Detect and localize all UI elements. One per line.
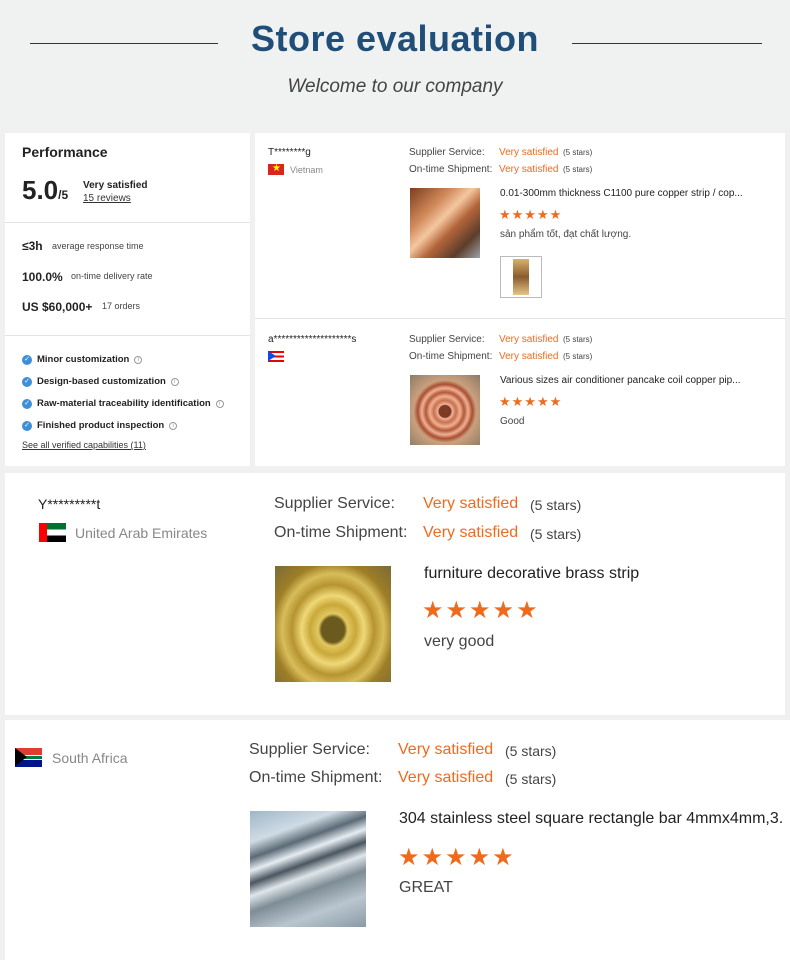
review-comment: GREAT (399, 879, 453, 896)
divider (5, 222, 250, 223)
capability-item: ✓ Design-based customization i (22, 376, 179, 387)
review-photo-thumbnail[interactable] (500, 256, 542, 298)
rating-stars: ★★★★★ (398, 844, 516, 871)
divider (5, 335, 250, 336)
product-image[interactable] (410, 188, 480, 258)
review-comment: very good (424, 633, 495, 650)
review-comment: Good (500, 416, 525, 427)
reviewer-country: ★ Vietnam (268, 164, 323, 175)
store-evaluation-header: Store evaluation Welcome to our company (0, 0, 790, 130)
product-title[interactable]: furniture decorative brass strip (424, 565, 639, 583)
info-icon[interactable]: i (169, 421, 178, 430)
ontime-shipment-value: Very satisfied (398, 769, 494, 786)
page-subtitle: Welcome to our company (287, 76, 503, 97)
performance-title: Performance (22, 144, 108, 160)
review-comment: sản phẩm tốt, đạt chất lượng. (500, 229, 632, 240)
ontime-shipment-label: On-time Shipment: (274, 524, 408, 541)
review-item: Y*********t United Arab Emirates Supplie… (5, 473, 785, 715)
rating-stars: ★★★★★ (422, 597, 540, 624)
product-image[interactable] (250, 811, 366, 927)
product-title[interactable]: Various sizes air conditioner pancake co… (500, 375, 741, 386)
ontime-shipment-value: Very satisfied (423, 524, 519, 541)
reviewer-name: a********************s (268, 334, 357, 345)
score-value: 5.0 (22, 175, 59, 205)
supplier-service-stars: (5 stars) (505, 743, 557, 759)
info-icon[interactable]: i (170, 377, 179, 386)
reviewer-country (268, 351, 284, 362)
rating-stars: ★★★★★ (499, 207, 563, 222)
response-time-label: average response time (52, 241, 144, 251)
review-card: Y*********t United Arab Emirates Supplie… (5, 473, 785, 715)
product-title[interactable]: 304 stainless steel square rectangle bar… (399, 810, 783, 828)
product-image[interactable] (410, 375, 480, 445)
supplier-service-value: Very satisfied (398, 741, 494, 758)
verified-check-icon: ✓ (22, 420, 32, 431)
supplier-service-label: Supplier Service: (274, 495, 395, 512)
review-item: a********************s Supplier Service:… (255, 320, 785, 466)
divider (255, 318, 785, 319)
rating-text: Very satisfied (83, 180, 148, 191)
supplier-service-value: Very satisfied (423, 495, 519, 512)
uae-flag-icon (39, 523, 66, 542)
reviewer-name: Y*********t (38, 496, 101, 512)
info-icon[interactable]: i (215, 399, 224, 408)
delivery-rate-value: 100.0% (22, 270, 63, 284)
ontime-shipment-label: On-time Shipment: (409, 164, 493, 175)
supplier-service-stars: (5 stars) (563, 335, 593, 344)
supplier-service-value: Very satisfied (499, 334, 559, 345)
capability-label: Minor customization (37, 354, 130, 365)
ontime-shipment-stars: (5 stars) (505, 771, 557, 787)
capability-label: Finished product inspection (37, 420, 165, 431)
reviews-panel: T********g ★ Vietnam Supplier Service: V… (255, 133, 785, 466)
capability-label: Raw-material traceability identification (37, 398, 211, 409)
supplier-service-label: Supplier Service: (409, 147, 485, 158)
capability-item: ✓ Finished product inspection i (22, 420, 178, 431)
score-max: /5 (58, 188, 69, 202)
product-title[interactable]: 0.01-300mm thickness C1100 pure copper s… (500, 188, 743, 199)
reviewer-country: South Africa (15, 748, 128, 767)
puerto-rico-flag-icon (268, 351, 284, 362)
supplier-service-label: Supplier Service: (249, 741, 370, 758)
verified-check-icon: ✓ (22, 354, 32, 365)
supplier-service-value: Very satisfied (499, 147, 559, 158)
ontime-shipment-label: On-time Shipment: (249, 769, 383, 786)
ontime-shipment-stars: (5 stars) (530, 526, 582, 542)
ontime-shipment-stars: (5 stars) (563, 165, 593, 174)
supplier-service-stars: (5 stars) (563, 148, 593, 157)
all-capabilities-link[interactable]: See all verified capabilities (11) (22, 440, 146, 450)
supplier-service-label: Supplier Service: (409, 334, 485, 345)
ontime-shipment-value: Very satisfied (499, 351, 559, 362)
review-item: T********g ★ Vietnam Supplier Service: V… (255, 133, 785, 319)
vietnam-flag-icon: ★ (268, 164, 284, 175)
country-name: South Africa (52, 749, 128, 766)
country-name: Vietnam (290, 164, 323, 175)
capability-item: ✓ Minor customization i (22, 354, 143, 365)
performance-score: 5.0/5 (22, 175, 68, 206)
capability-label: Design-based customization (37, 376, 166, 387)
country-name: United Arab Emirates (75, 524, 208, 541)
info-icon[interactable]: i (134, 355, 143, 364)
reviewer-name: T********g (268, 147, 311, 158)
performance-panel: Performance 5.0/5 Very satisfied 15 revi… (5, 133, 250, 466)
product-image[interactable] (275, 566, 391, 682)
header-divider-right (572, 43, 762, 44)
capability-item: ✓ Raw-material traceability identificatio… (22, 398, 224, 409)
delivery-rate-label: on-time delivery rate (71, 271, 153, 281)
verified-check-icon: ✓ (22, 398, 32, 409)
reviewer-country: United Arab Emirates (39, 523, 207, 542)
ontime-shipment-value: Very satisfied (499, 164, 559, 175)
rating-stars: ★★★★★ (499, 394, 563, 409)
south-africa-flag-icon (15, 748, 42, 767)
page-title: Store evaluation (250, 18, 540, 59)
reviews-count-link[interactable]: 15 reviews (83, 193, 131, 204)
ontime-shipment-label: On-time Shipment: (409, 351, 493, 362)
review-card: South Africa Supplier Service: Very sati… (5, 720, 790, 960)
orders-label: 17 orders (102, 301, 141, 311)
supplier-service-stars: (5 stars) (530, 497, 582, 513)
review-item: South Africa Supplier Service: Very sati… (5, 720, 790, 960)
verified-check-icon: ✓ (22, 376, 32, 387)
ontime-shipment-stars: (5 stars) (563, 352, 593, 361)
response-time-value: ≤3h (22, 239, 43, 253)
revenue-value: US $60,000+ (22, 300, 93, 314)
